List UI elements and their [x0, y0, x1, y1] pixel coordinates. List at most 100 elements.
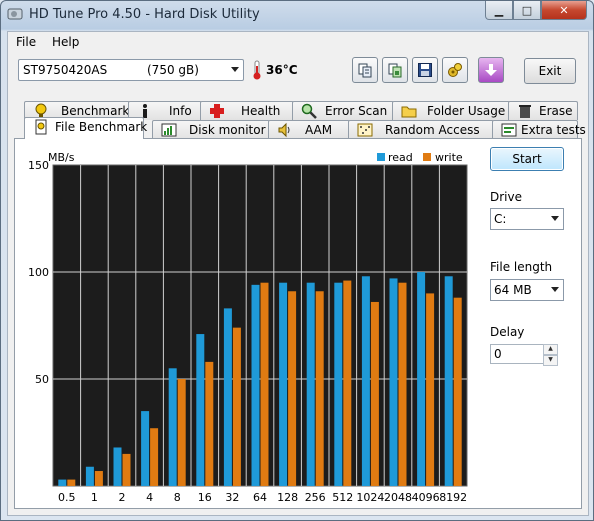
bar-write — [288, 291, 297, 486]
chevron-down-icon — [231, 67, 239, 72]
bar-read — [444, 276, 453, 486]
maximize-button[interactable]: □ — [513, 1, 541, 20]
y-tick-label: 50 — [35, 373, 49, 386]
tab-health[interactable]: Health — [200, 101, 294, 120]
maximize-icon: □ — [521, 3, 533, 17]
start-button[interactable]: Start — [490, 147, 564, 171]
tab-label: Disk monitor — [189, 123, 266, 137]
bar-write — [205, 361, 214, 486]
file-length-label: File length — [490, 260, 553, 274]
bar-read — [279, 282, 288, 486]
bar-write — [94, 471, 103, 486]
legend-write-swatch — [423, 153, 431, 161]
close-button[interactable]: ✕ — [541, 1, 587, 20]
tab-label: Health — [241, 104, 281, 118]
tab-folder-usage[interactable]: Folder Usage — [392, 101, 510, 120]
tab-label: File Benchmark — [55, 120, 148, 134]
close-icon: ✕ — [559, 3, 569, 17]
minimize-button[interactable]: ▁ — [485, 1, 513, 20]
save-button[interactable] — [412, 57, 438, 83]
exit-button[interactable]: Exit — [524, 58, 576, 84]
save-icon — [418, 63, 432, 77]
delay-value: 0 — [494, 347, 502, 361]
y-tick-label: 100 — [28, 266, 49, 279]
disk-monitor-icon — [161, 123, 177, 137]
legend-read-label: read — [388, 151, 413, 164]
bar-read — [306, 282, 315, 486]
options-button[interactable] — [442, 57, 468, 83]
chevron-down-icon — [551, 216, 559, 221]
tab-label: Random Access — [385, 123, 480, 137]
x-tick-label: 64 — [253, 491, 267, 504]
copy-text-icon — [358, 63, 372, 78]
file-length-value: 64 MB — [494, 283, 532, 297]
bar-read — [334, 282, 343, 486]
x-tick-label: 16 — [198, 491, 212, 504]
file-benchmark-panel: MB/s read write 50 100 150 0.5 1 2 4 8 16 32 64 128… — [14, 138, 582, 509]
bar-read — [361, 276, 370, 486]
tab-error-scan[interactable]: Error Scan — [292, 101, 394, 120]
trash-icon — [519, 105, 531, 118]
temperature-readout: 36°C — [266, 63, 298, 77]
delay-spinner[interactable]: ▲ ▼ — [543, 344, 558, 366]
bar-read — [251, 284, 260, 486]
bar-read — [85, 466, 94, 486]
bar-write — [370, 301, 379, 486]
y-axis-label: MB/s — [48, 151, 75, 164]
tab-label: Extra tests — [521, 123, 586, 137]
tab-disk-monitor[interactable]: Disk monitor — [152, 120, 270, 139]
tab-file-benchmark[interactable]: File Benchmark — [24, 117, 148, 139]
bar-write — [315, 291, 324, 486]
x-tick-label: 256 — [305, 491, 326, 504]
drive-name: ST9750420AS — [23, 63, 108, 77]
drive-value: C: — [494, 212, 507, 226]
copy-screenshot-icon — [388, 63, 402, 78]
tab-erase[interactable]: Erase — [508, 101, 578, 120]
tab-label: Folder Usage — [427, 104, 506, 118]
copy-screenshot-button[interactable] — [382, 57, 408, 83]
x-tick-label: 512 — [332, 491, 353, 504]
legend-write-label: write — [435, 151, 463, 164]
x-tick-label: 8192 — [439, 491, 467, 504]
drive-combo[interactable]: C: — [490, 208, 564, 230]
bar-write — [232, 327, 241, 486]
bar-read — [389, 278, 398, 486]
menu-help[interactable]: Help — [52, 35, 79, 49]
copy-text-button[interactable] — [352, 57, 378, 83]
bar-read — [113, 447, 122, 486]
health-cross-icon — [210, 104, 224, 118]
tab-label: Info — [169, 104, 192, 118]
drive-select[interactable]: ST9750420AS (750 gB) — [18, 59, 244, 81]
file-benchmark-icon — [35, 119, 47, 135]
x-tick-label: 8 — [174, 491, 181, 504]
title-bar[interactable]: HD Tune Pro 4.50 - Hard Disk Utility ▁ □… — [1, 1, 593, 29]
magnifier-icon — [301, 103, 317, 119]
file-length-combo[interactable]: 64 MB — [490, 279, 564, 301]
bar-read — [223, 308, 232, 486]
folder-icon — [401, 106, 417, 118]
x-tick-label: 4096 — [412, 491, 440, 504]
bar-write — [67, 479, 76, 486]
bar-write — [260, 282, 269, 486]
download-button[interactable] — [478, 57, 504, 83]
legend-read-swatch — [377, 153, 385, 161]
tab-extra-tests[interactable]: Extra tests — [492, 120, 586, 139]
benchmark-chart: MB/s read write 50 100 150 0.5 1 2 4 8 16 32 64 128… — [28, 151, 468, 504]
spin-up-icon[interactable]: ▲ — [543, 344, 558, 355]
options-icon — [448, 63, 462, 77]
spin-down-icon[interactable]: ▼ — [543, 355, 558, 366]
tab-label: AAM — [305, 123, 333, 137]
menu-file[interactable]: File — [16, 35, 36, 49]
bar-read — [168, 368, 177, 486]
menu-bar: File Help — [8, 32, 588, 52]
bar-write — [398, 282, 407, 486]
client-area: File Help ST9750420AS (750 gB) 36°C Exit… — [7, 31, 589, 516]
chevron-down-icon — [551, 287, 559, 292]
bar-write — [150, 428, 159, 486]
x-tick-label: 2048 — [384, 491, 412, 504]
download-icon — [485, 64, 497, 76]
tab-random-access[interactable]: Random Access — [348, 120, 494, 139]
drive-capacity: (750 gB) — [147, 63, 199, 77]
tab-aam[interactable]: AAM — [268, 120, 350, 139]
app-window: HD Tune Pro 4.50 - Hard Disk Utility ▁ □… — [0, 0, 594, 521]
